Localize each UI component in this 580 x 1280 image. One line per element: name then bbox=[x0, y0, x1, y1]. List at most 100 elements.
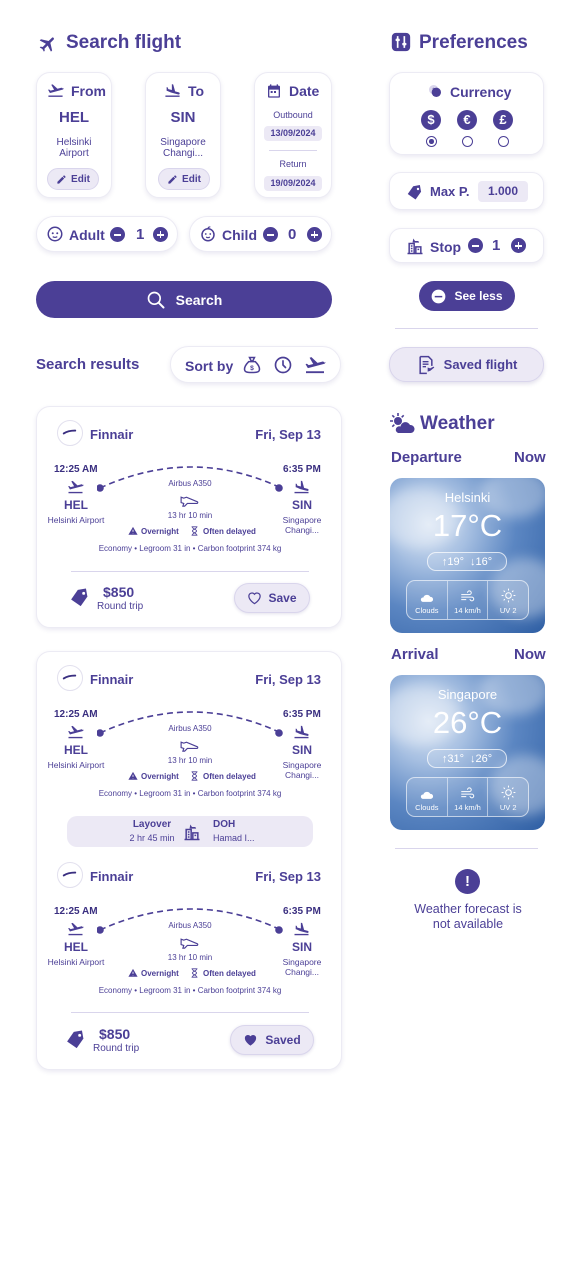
flight-date: Fri, Sep 13 bbox=[255, 672, 321, 687]
flight-segment: Finnair Fri, Sep 13 12:25 AM 6:35 PM HEL… bbox=[37, 849, 343, 999]
currency-usd-button[interactable]: $ bbox=[421, 110, 441, 130]
price-type: Round trip bbox=[97, 601, 144, 612]
to-label: To bbox=[188, 83, 205, 99]
cloud-icon bbox=[419, 789, 434, 800]
warning-icon bbox=[128, 968, 138, 978]
currency-gbp-radio[interactable] bbox=[498, 136, 509, 147]
adult-face-icon bbox=[46, 225, 64, 243]
calendar-icon bbox=[266, 83, 282, 99]
saved-flight-button[interactable]: Saved flight bbox=[389, 347, 544, 382]
preferences-title: Preferences bbox=[419, 32, 528, 53]
adult-increment-button[interactable] bbox=[153, 227, 168, 242]
flight-details: Economy • Legroom 31 in • Carbon footpri… bbox=[98, 986, 282, 995]
finnair-logo-icon bbox=[62, 674, 77, 680]
arrival-code: SIN bbox=[291, 743, 312, 757]
departure-airport: Helsinki Airport bbox=[47, 515, 105, 525]
cloud-icon bbox=[419, 592, 434, 603]
hourglass-icon bbox=[190, 968, 199, 978]
heart-outline-icon bbox=[247, 591, 262, 605]
from-code: HEL bbox=[59, 109, 89, 126]
arrival-icon bbox=[293, 480, 310, 494]
airplane-icon bbox=[38, 34, 58, 54]
child-face-icon bbox=[199, 225, 217, 243]
plane-outline-icon bbox=[179, 491, 201, 507]
arrival-weather-label: Arrival bbox=[391, 646, 439, 663]
save-button[interactable]: Save bbox=[234, 583, 310, 613]
card-divider bbox=[71, 1012, 309, 1013]
currency-gbp-button[interactable]: £ bbox=[493, 110, 513, 130]
flight-segment: Finnair Fri, Sep 13 12:25 AM 6:35 PM HEL… bbox=[37, 407, 343, 557]
price: $850 bbox=[103, 584, 135, 600]
departure-sort-icon[interactable] bbox=[304, 356, 326, 374]
result-card-1[interactable]: Finnair Fri, Sep 13 12:25 AM 6:35 PM HEL… bbox=[36, 406, 342, 628]
stop-increment-button[interactable] bbox=[511, 238, 526, 253]
money-bag-icon[interactable]: $ bbox=[242, 355, 262, 375]
currency-card: $ Currency $ € £ bbox=[389, 72, 544, 155]
adult-count: 1 bbox=[136, 226, 145, 243]
search-icon bbox=[146, 290, 166, 310]
stop-count: 1 bbox=[492, 237, 501, 254]
max-price-input[interactable]: 1.000 bbox=[478, 181, 528, 202]
svg-text:$: $ bbox=[432, 87, 435, 92]
warning-icon bbox=[128, 526, 138, 536]
overnight-warning: Overnight bbox=[141, 969, 179, 978]
date-card[interactable]: Date Outbound 13/09/2024 Return 19/09/20… bbox=[254, 72, 332, 198]
child-decrement-button[interactable] bbox=[263, 227, 278, 242]
coins-icon: $ bbox=[427, 83, 443, 99]
airline-logo bbox=[57, 862, 83, 888]
departure-icon bbox=[47, 83, 64, 98]
flight-path-arc bbox=[97, 908, 283, 934]
wind-icon bbox=[460, 590, 475, 603]
sun-cloud-icon bbox=[389, 412, 415, 436]
flight-duration: 13 hr 10 min bbox=[167, 756, 213, 765]
see-less-button[interactable]: See less bbox=[419, 281, 515, 311]
arrival-weather-time: Now bbox=[514, 646, 546, 663]
weather-stats: Clouds 14 km/h UV 2 bbox=[406, 777, 529, 817]
from-edit-button[interactable]: Edit bbox=[47, 168, 99, 190]
arrival-airport: Singapore Changi... bbox=[282, 957, 322, 977]
search-button-label: Search bbox=[175, 291, 223, 308]
stop-decrement-button[interactable] bbox=[468, 238, 483, 253]
currency-eur-button[interactable]: € bbox=[457, 110, 477, 130]
exclamation-icon: ! bbox=[455, 869, 480, 894]
from-card[interactable]: From HEL Helsinki Airport Edit bbox=[36, 72, 112, 198]
weather-city: Helsinki bbox=[444, 490, 491, 505]
departure-code: HEL bbox=[64, 498, 88, 512]
weather-uv: UV 2 bbox=[499, 606, 517, 615]
currency-eur-radio[interactable] bbox=[462, 136, 473, 147]
plane-outline-icon bbox=[179, 933, 201, 949]
airline-name: Finnair bbox=[90, 672, 134, 687]
svg-text:$: $ bbox=[250, 365, 254, 372]
arrival-code: SIN bbox=[291, 498, 312, 512]
currency-usd-radio[interactable] bbox=[426, 136, 437, 147]
airport-terminal-icon bbox=[182, 822, 202, 842]
departure-icon bbox=[67, 725, 84, 739]
flight-path-arc bbox=[97, 711, 283, 737]
flight-details: Economy • Legroom 31 in • Carbon footpri… bbox=[98, 789, 282, 798]
overnight-warning: Overnight bbox=[141, 527, 179, 536]
clock-icon[interactable] bbox=[273, 355, 293, 375]
weather-high-low: ↑19° ↓16° bbox=[427, 552, 507, 571]
finnair-logo-icon bbox=[62, 429, 77, 435]
departure-weather-time: Now bbox=[514, 449, 546, 466]
return-date[interactable]: 19/09/2024 bbox=[264, 176, 322, 191]
to-edit-button[interactable]: Edit bbox=[158, 168, 210, 190]
sun-icon bbox=[501, 588, 516, 603]
child-label: Child bbox=[222, 227, 257, 243]
hourglass-icon bbox=[190, 526, 199, 536]
saved-button[interactable]: Saved bbox=[230, 1025, 314, 1055]
sun-icon bbox=[501, 785, 516, 800]
adult-decrement-button[interactable] bbox=[110, 227, 125, 242]
to-card[interactable]: To SIN Singapore Changi... Edit bbox=[145, 72, 221, 198]
sliders-icon bbox=[391, 32, 411, 52]
flight-details: Economy • Legroom 31 in • Carbon footpri… bbox=[98, 544, 282, 553]
arrival-time: 6:35 PM bbox=[283, 709, 321, 720]
search-button[interactable]: Search bbox=[36, 281, 332, 318]
outbound-date[interactable]: 13/09/2024 bbox=[264, 126, 322, 141]
child-increment-button[interactable] bbox=[307, 227, 322, 242]
arrival-code: SIN bbox=[291, 940, 312, 954]
result-card-2[interactable]: Finnair Fri, Sep 13 12:25 AM 6:35 PM HEL… bbox=[36, 651, 342, 1070]
aircraft-model: Airbus A350 bbox=[168, 479, 212, 488]
outbound-label: Outbound bbox=[273, 110, 313, 120]
weather-divider bbox=[395, 848, 538, 849]
